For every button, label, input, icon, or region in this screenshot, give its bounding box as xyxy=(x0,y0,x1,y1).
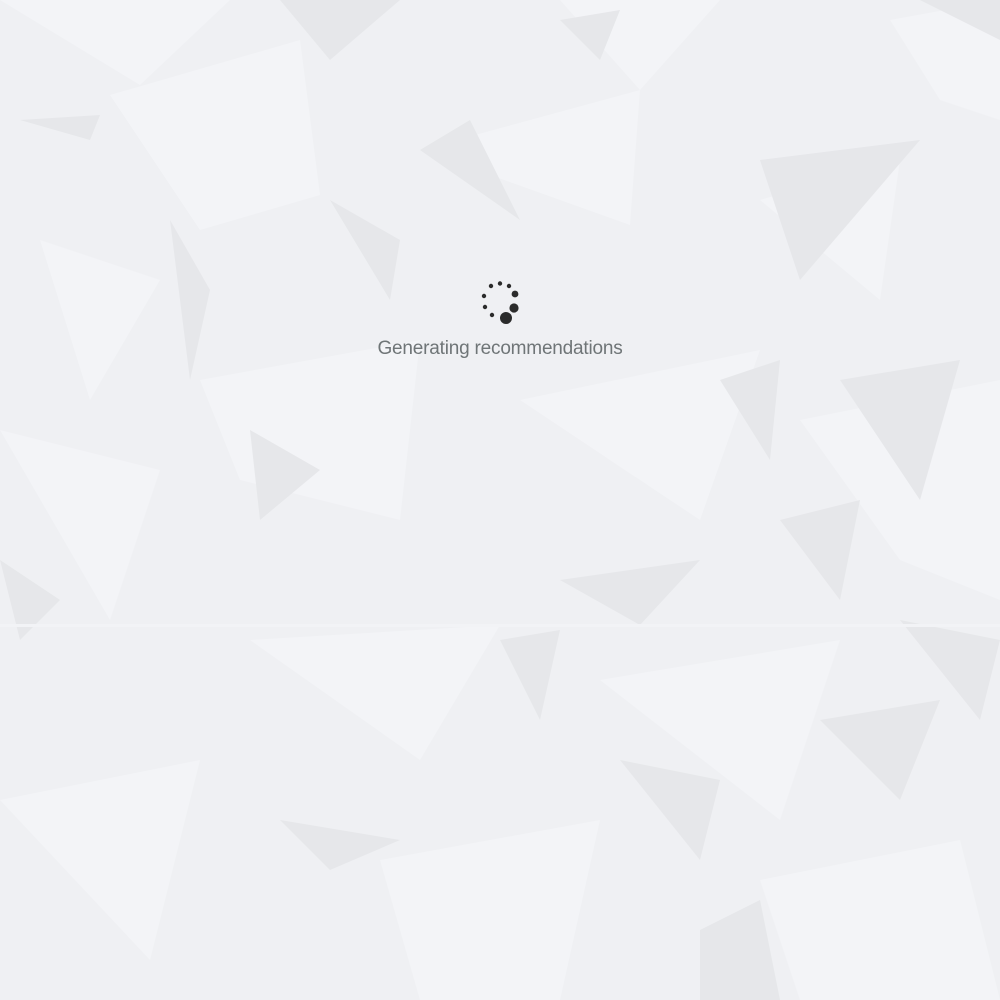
background-pattern xyxy=(0,0,1000,1000)
loading-message: Generating recommendations xyxy=(377,338,623,359)
loading-spinner-icon xyxy=(481,281,519,324)
loading-indicator: Generating recommendations xyxy=(0,278,1000,360)
